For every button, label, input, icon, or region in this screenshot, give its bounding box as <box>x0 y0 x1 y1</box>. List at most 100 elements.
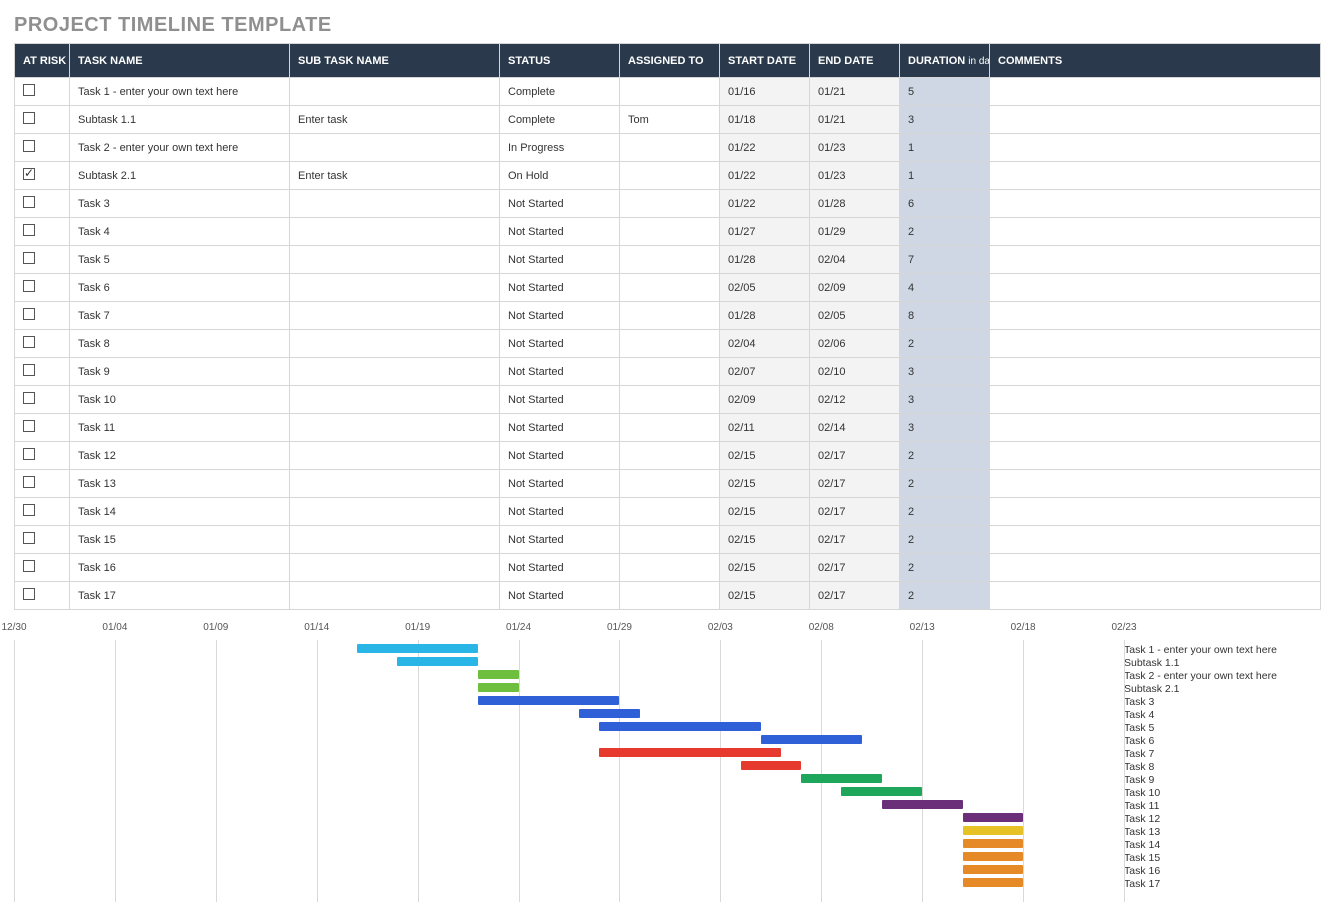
end-date-cell[interactable]: 02/12 <box>810 386 900 414</box>
checkbox-icon[interactable] <box>23 224 35 236</box>
task-name-cell[interactable]: Task 10 <box>70 386 290 414</box>
start-date-cell[interactable]: 01/22 <box>720 134 810 162</box>
end-date-cell[interactable]: 01/23 <box>810 134 900 162</box>
sub-task-cell[interactable] <box>290 554 500 582</box>
assigned-cell[interactable] <box>620 414 720 442</box>
assigned-cell[interactable] <box>620 498 720 526</box>
assigned-cell[interactable] <box>620 274 720 302</box>
sub-task-cell[interactable] <box>290 302 500 330</box>
status-cell[interactable]: Not Started <box>500 302 620 330</box>
sub-task-cell[interactable] <box>290 134 500 162</box>
checkbox-icon[interactable] <box>23 112 35 124</box>
task-name-cell[interactable]: Task 6 <box>70 274 290 302</box>
sub-task-cell[interactable]: Enter task <box>290 162 500 190</box>
duration-cell[interactable]: 5 <box>900 78 990 106</box>
status-cell[interactable]: Not Started <box>500 274 620 302</box>
assigned-cell[interactable] <box>620 554 720 582</box>
task-name-cell[interactable]: Subtask 2.1 <box>70 162 290 190</box>
at-risk-cell[interactable] <box>15 582 70 610</box>
comments-cell[interactable] <box>990 386 1321 414</box>
sub-task-cell[interactable] <box>290 330 500 358</box>
end-date-cell[interactable]: 02/09 <box>810 274 900 302</box>
duration-cell[interactable]: 4 <box>900 274 990 302</box>
duration-cell[interactable]: 3 <box>900 358 990 386</box>
task-name-cell[interactable]: Task 1 - enter your own text here <box>70 78 290 106</box>
at-risk-cell[interactable] <box>15 442 70 470</box>
checkbox-icon[interactable] <box>23 280 35 292</box>
assigned-cell[interactable] <box>620 162 720 190</box>
start-date-cell[interactable]: 01/18 <box>720 106 810 134</box>
sub-task-cell[interactable] <box>290 274 500 302</box>
start-date-cell[interactable]: 02/05 <box>720 274 810 302</box>
end-date-cell[interactable]: 02/17 <box>810 498 900 526</box>
duration-cell[interactable]: 1 <box>900 134 990 162</box>
end-date-cell[interactable]: 02/06 <box>810 330 900 358</box>
status-cell[interactable]: Not Started <box>500 246 620 274</box>
sub-task-cell[interactable] <box>290 78 500 106</box>
assigned-cell[interactable] <box>620 246 720 274</box>
start-date-cell[interactable]: 01/28 <box>720 246 810 274</box>
assigned-cell[interactable] <box>620 442 720 470</box>
sub-task-cell[interactable] <box>290 526 500 554</box>
duration-cell[interactable]: 2 <box>900 526 990 554</box>
sub-task-cell[interactable]: Enter task <box>290 106 500 134</box>
comments-cell[interactable] <box>990 414 1321 442</box>
comments-cell[interactable] <box>990 358 1321 386</box>
at-risk-cell[interactable] <box>15 78 70 106</box>
end-date-cell[interactable]: 01/21 <box>810 106 900 134</box>
status-cell[interactable]: On Hold <box>500 162 620 190</box>
end-date-cell[interactable]: 02/17 <box>810 470 900 498</box>
comments-cell[interactable] <box>990 106 1321 134</box>
checkbox-icon[interactable] <box>23 420 35 432</box>
at-risk-cell[interactable] <box>15 526 70 554</box>
duration-cell[interactable]: 2 <box>900 582 990 610</box>
sub-task-cell[interactable] <box>290 498 500 526</box>
at-risk-cell[interactable] <box>15 498 70 526</box>
task-name-cell[interactable]: Task 9 <box>70 358 290 386</box>
comments-cell[interactable] <box>990 78 1321 106</box>
status-cell[interactable]: Not Started <box>500 218 620 246</box>
status-cell[interactable]: Not Started <box>500 470 620 498</box>
task-name-cell[interactable]: Subtask 1.1 <box>70 106 290 134</box>
duration-cell[interactable]: 6 <box>900 190 990 218</box>
checkbox-icon[interactable] <box>23 476 35 488</box>
duration-cell[interactable]: 7 <box>900 246 990 274</box>
assigned-cell[interactable] <box>620 302 720 330</box>
status-cell[interactable]: Complete <box>500 106 620 134</box>
comments-cell[interactable] <box>990 190 1321 218</box>
assigned-cell[interactable] <box>620 330 720 358</box>
duration-cell[interactable]: 3 <box>900 386 990 414</box>
assigned-cell[interactable] <box>620 470 720 498</box>
comments-cell[interactable] <box>990 442 1321 470</box>
start-date-cell[interactable]: 02/15 <box>720 498 810 526</box>
start-date-cell[interactable]: 01/22 <box>720 190 810 218</box>
end-date-cell[interactable]: 02/17 <box>810 526 900 554</box>
at-risk-cell[interactable] <box>15 218 70 246</box>
duration-cell[interactable]: 3 <box>900 414 990 442</box>
comments-cell[interactable] <box>990 582 1321 610</box>
status-cell[interactable]: Not Started <box>500 190 620 218</box>
status-cell[interactable]: Complete <box>500 78 620 106</box>
assigned-cell[interactable] <box>620 526 720 554</box>
duration-cell[interactable]: 2 <box>900 330 990 358</box>
assigned-cell[interactable] <box>620 358 720 386</box>
comments-cell[interactable] <box>990 330 1321 358</box>
assigned-cell[interactable] <box>620 386 720 414</box>
start-date-cell[interactable]: 01/16 <box>720 78 810 106</box>
at-risk-cell[interactable] <box>15 414 70 442</box>
start-date-cell[interactable]: 02/15 <box>720 554 810 582</box>
sub-task-cell[interactable] <box>290 358 500 386</box>
end-date-cell[interactable]: 01/28 <box>810 190 900 218</box>
start-date-cell[interactable]: 02/15 <box>720 582 810 610</box>
sub-task-cell[interactable] <box>290 470 500 498</box>
status-cell[interactable]: Not Started <box>500 386 620 414</box>
assigned-cell[interactable] <box>620 190 720 218</box>
duration-cell[interactable]: 2 <box>900 498 990 526</box>
status-cell[interactable]: Not Started <box>500 526 620 554</box>
duration-cell[interactable]: 3 <box>900 106 990 134</box>
status-cell[interactable]: Not Started <box>500 330 620 358</box>
duration-cell[interactable]: 8 <box>900 302 990 330</box>
assigned-cell[interactable]: Tom <box>620 106 720 134</box>
assigned-cell[interactable] <box>620 582 720 610</box>
duration-cell[interactable]: 2 <box>900 442 990 470</box>
